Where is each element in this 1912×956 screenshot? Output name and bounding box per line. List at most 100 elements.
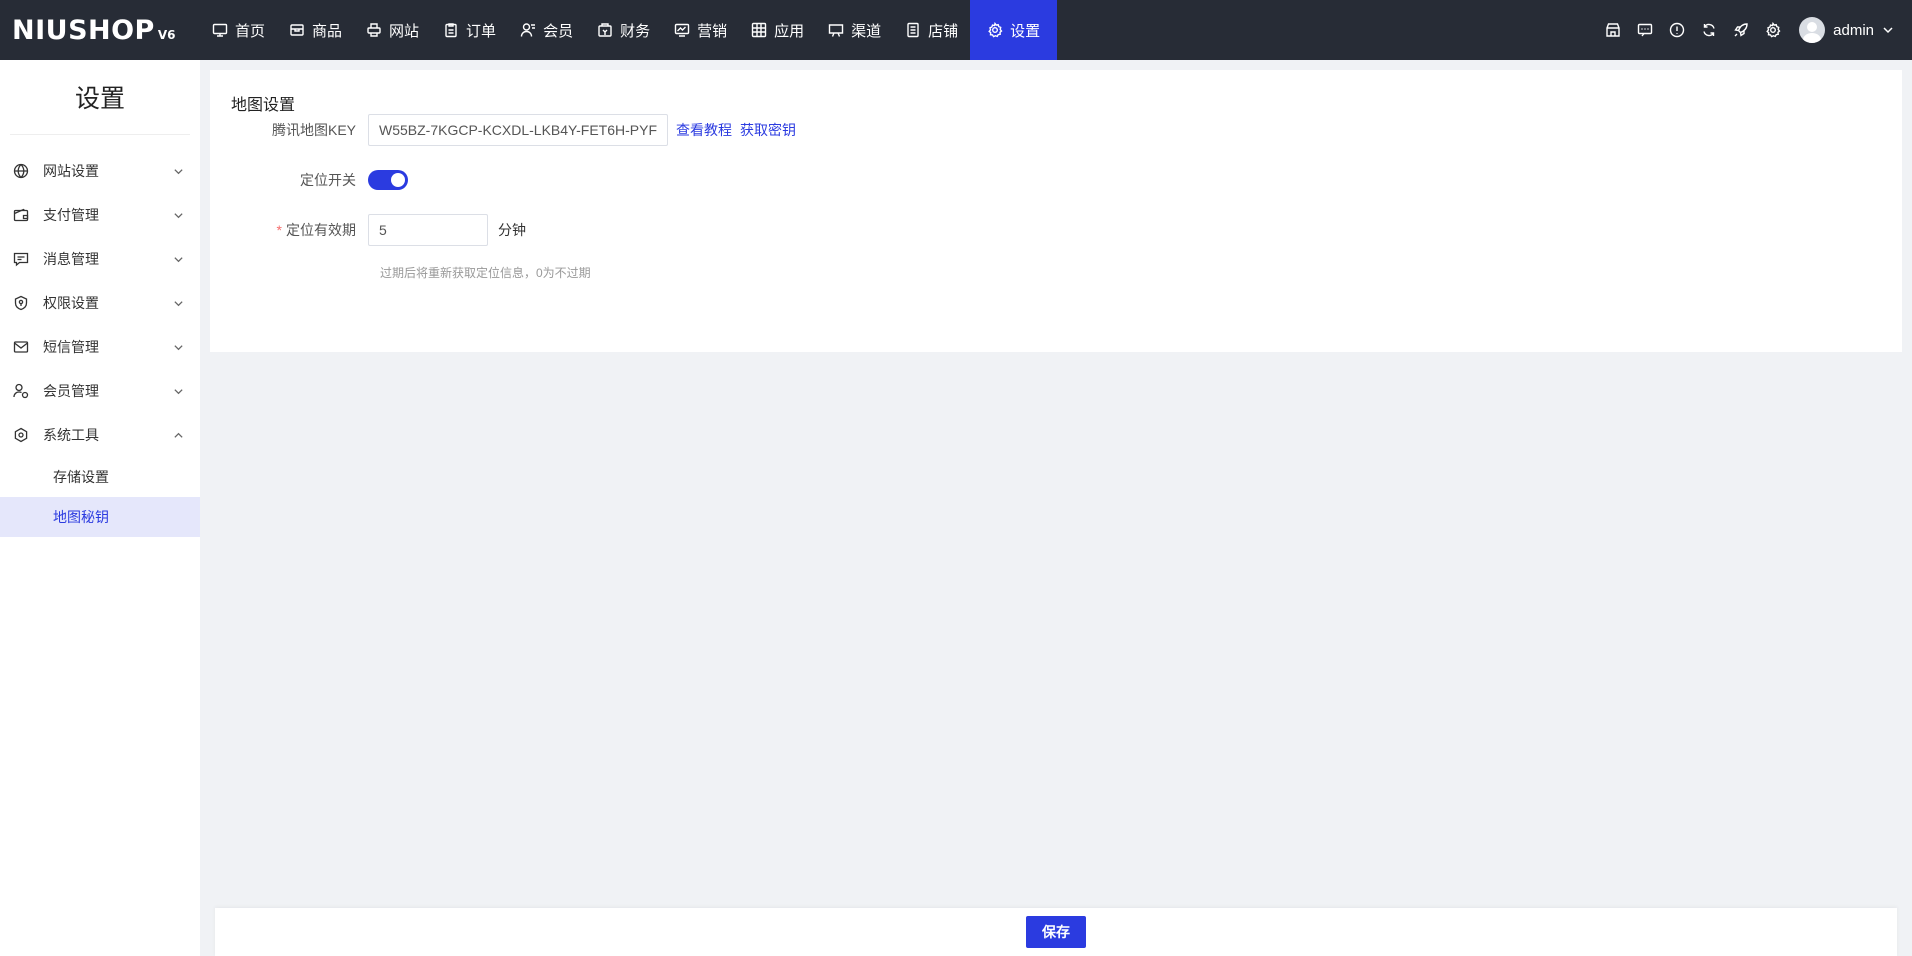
validity-unit: 分钟 — [498, 222, 526, 238]
validity-input[interactable]: 5 — [368, 214, 488, 246]
main-nav: 首页 商品 网站 订单 会员 财务 营销 应用 渠道 店铺 设置 — [200, 0, 1058, 60]
username: admin — [1833, 21, 1874, 39]
message-button[interactable] — [1629, 0, 1661, 60]
chevron-down-icon — [1883, 27, 1893, 34]
nav-item-channels[interactable]: 渠道 — [816, 0, 893, 60]
location-toggle[interactable] — [368, 170, 408, 190]
nav-label: 网站 — [389, 22, 420, 40]
logo-text: NIUSHOP — [12, 14, 155, 46]
toggle-knob — [391, 173, 405, 187]
sidebar-title: 设置 — [10, 60, 190, 135]
wallet-icon — [598, 23, 612, 37]
nav-item-goods[interactable]: 商品 — [277, 0, 354, 60]
sidebar-item-messages[interactable]: 消息管理 — [0, 237, 200, 281]
user-menu[interactable]: admin — [1799, 17, 1894, 43]
rocket-button[interactable] — [1725, 0, 1757, 60]
sidebar-subitem-storage[interactable]: 存储设置 — [0, 457, 200, 497]
logo-version: V6 — [157, 27, 176, 42]
required-mark: * — [276, 222, 282, 238]
tutorial-link[interactable]: 查看教程 — [676, 120, 732, 140]
sidebar-item-sms[interactable]: 短信管理 — [0, 325, 200, 369]
footer-bar: 保存 — [215, 908, 1897, 956]
settings-icon — [1766, 22, 1781, 38]
nav-item-settings[interactable]: 设置 — [970, 0, 1058, 60]
wallet-icon — [13, 208, 29, 222]
chevron-down-icon — [174, 256, 183, 262]
nav-item-finance[interactable]: 财务 — [585, 0, 662, 60]
map-key-input[interactable]: W55BZ-7KGCP-KCXDL-LKB4Y-FET6H-PYF — [368, 114, 668, 146]
user-icon — [520, 23, 536, 37]
info-icon — [1669, 22, 1685, 38]
grid-icon — [751, 22, 767, 38]
nav-item-members[interactable]: 会员 — [508, 0, 585, 60]
chat-icon — [13, 252, 29, 267]
sidebar: 设置 网站设置 支付管理 消息管理 权限设置 短信管理 会员管理 系统工具 存储… — [0, 60, 200, 956]
sidebar-item-member-management[interactable]: 会员管理 — [0, 369, 200, 413]
nav-item-home[interactable]: 首页 — [200, 0, 277, 60]
nav-item-marketing[interactable]: 营销 — [662, 0, 739, 60]
refresh-button[interactable] — [1693, 0, 1725, 60]
nav-label: 店铺 — [928, 22, 959, 40]
chart-icon — [674, 23, 690, 37]
nav-label: 财务 — [620, 22, 651, 40]
section-title: 地图设置 — [231, 97, 296, 114]
shield-icon — [14, 295, 28, 311]
sidebar-item-permissions[interactable]: 权限设置 — [0, 281, 200, 325]
header-tools: admin — [1597, 0, 1912, 60]
location-switch-label: 定位开关 — [300, 172, 356, 188]
sidebar-item-payment[interactable]: 支付管理 — [0, 193, 200, 237]
top-navbar: NIUSHOP V6 首页 商品 网站 订单 会员 财务 营销 应用 渠道 店铺… — [0, 0, 1912, 60]
sidebar-subitem-map-key[interactable]: 地图秘钥 — [0, 497, 200, 537]
nav-label: 应用 — [774, 22, 805, 40]
get-key-link[interactable]: 获取密钥 — [740, 120, 796, 140]
nav-label: 商品 — [312, 22, 343, 40]
validity-row: * 定位有效期 5 分钟 — [210, 214, 526, 246]
clipboard-icon — [445, 23, 457, 38]
sidebar-item-label: 会员管理 — [43, 383, 99, 399]
rocket-icon — [1734, 23, 1748, 37]
message-icon — [1637, 23, 1653, 37]
map-settings-card: 地图设置 腾讯地图KEY W55BZ-7KGCP-KCXDL-LKB4Y-FET… — [210, 70, 1902, 352]
nav-item-orders[interactable]: 订单 — [431, 0, 508, 60]
nav-label: 营销 — [697, 22, 728, 40]
globe-icon — [13, 163, 29, 179]
validity-hint: 过期后将重新获取定位信息，0为不过期 — [380, 266, 591, 280]
info-button[interactable] — [1661, 0, 1693, 60]
sidebar-item-label: 消息管理 — [43, 251, 99, 267]
nav-item-store[interactable]: 店铺 — [893, 0, 970, 60]
chevron-down-icon — [174, 212, 183, 218]
nav-item-apps[interactable]: 应用 — [739, 0, 816, 60]
validity-value: 5 — [379, 222, 387, 238]
refresh-icon — [1703, 23, 1715, 37]
sidebar-item-system-tools[interactable]: 系统工具 — [0, 413, 200, 457]
sidebar-item-label: 支付管理 — [43, 207, 99, 223]
box-icon — [290, 24, 304, 36]
validity-label-text: 定位有效期 — [286, 222, 356, 238]
nav-label: 订单 — [466, 22, 497, 40]
map-key-label: 腾讯地图KEY — [271, 122, 356, 138]
sidebar-item-label: 网站设置 — [43, 163, 99, 179]
mail-icon — [13, 341, 29, 353]
nav-label: 渠道 — [851, 22, 882, 40]
store-icon — [1606, 23, 1620, 37]
sidebar-subitem-label: 存储设置 — [53, 469, 109, 485]
map-key-row: 腾讯地图KEY W55BZ-7KGCP-KCXDL-LKB4Y-FET6H-PY… — [210, 114, 796, 146]
avatar — [1799, 17, 1826, 43]
gear-icon — [988, 22, 1003, 38]
doc-icon — [907, 22, 919, 38]
printer-icon — [367, 23, 381, 37]
logo[interactable]: NIUSHOP V6 — [0, 15, 200, 46]
nav-item-website[interactable]: 网站 — [354, 0, 431, 60]
screen-icon — [828, 24, 844, 37]
location-switch-row: 定位开关 — [210, 170, 408, 190]
chevron-down-icon — [174, 388, 183, 394]
sidebar-menu: 网站设置 支付管理 消息管理 权限设置 短信管理 会员管理 系统工具 存储设置 … — [0, 135, 200, 537]
save-button[interactable]: 保存 — [1026, 916, 1086, 948]
chevron-up-icon — [174, 432, 183, 438]
nav-label: 设置 — [1010, 22, 1041, 40]
sidebar-item-website-settings[interactable]: 网站设置 — [0, 149, 200, 193]
user-settings-icon — [13, 383, 29, 399]
store-button[interactable] — [1597, 0, 1629, 60]
settings-button[interactable] — [1757, 0, 1789, 60]
sidebar-item-label: 权限设置 — [43, 295, 99, 311]
